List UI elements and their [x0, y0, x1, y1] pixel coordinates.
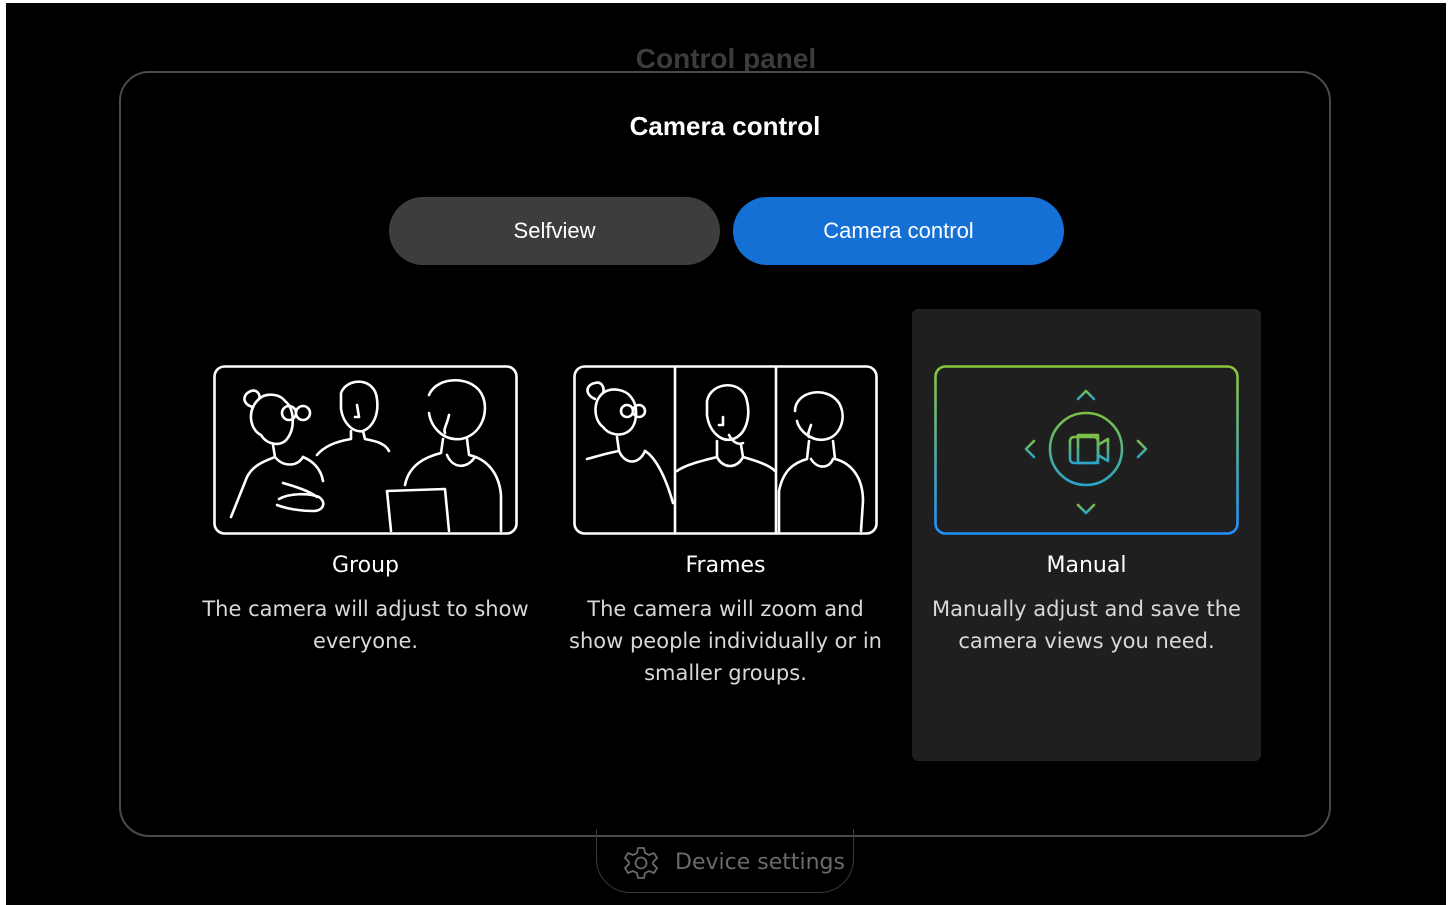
frames-people-illustration	[573, 365, 878, 535]
screen: Control panel Camera control Selfview Ca…	[6, 3, 1446, 905]
group-people-illustration	[213, 365, 518, 535]
option-group-description: The camera will adjust to show everyone.	[202, 597, 529, 653]
option-manual[interactable]: Manual Manually adjust and save the came…	[912, 309, 1261, 761]
option-group-label: Group	[332, 553, 399, 578]
option-manual-label: Manual	[1046, 553, 1127, 578]
device-settings-button[interactable]: Device settings	[596, 829, 854, 893]
option-manual-description: Manually adjust and save the camera view…	[932, 597, 1241, 653]
gear-icon	[624, 846, 658, 879]
modal-title: Camera control	[629, 111, 821, 141]
option-group[interactable]: Group The camera will adjust to show eve…	[191, 309, 540, 761]
manual-camera-pan-icon	[934, 365, 1239, 535]
device-settings-label: Device settings	[675, 850, 845, 875]
option-frames-description: The camera will zoom and show people ind…	[569, 597, 882, 685]
camera-control-modal: Camera control Selfview Camera control G…	[119, 71, 1331, 837]
option-frames-label: Frames	[685, 553, 766, 578]
option-frames[interactable]: Frames The camera will zoom and show peo…	[551, 309, 900, 761]
tab-selfview[interactable]: Selfview	[389, 197, 720, 265]
tab-camera-control[interactable]: Camera control	[733, 197, 1064, 265]
